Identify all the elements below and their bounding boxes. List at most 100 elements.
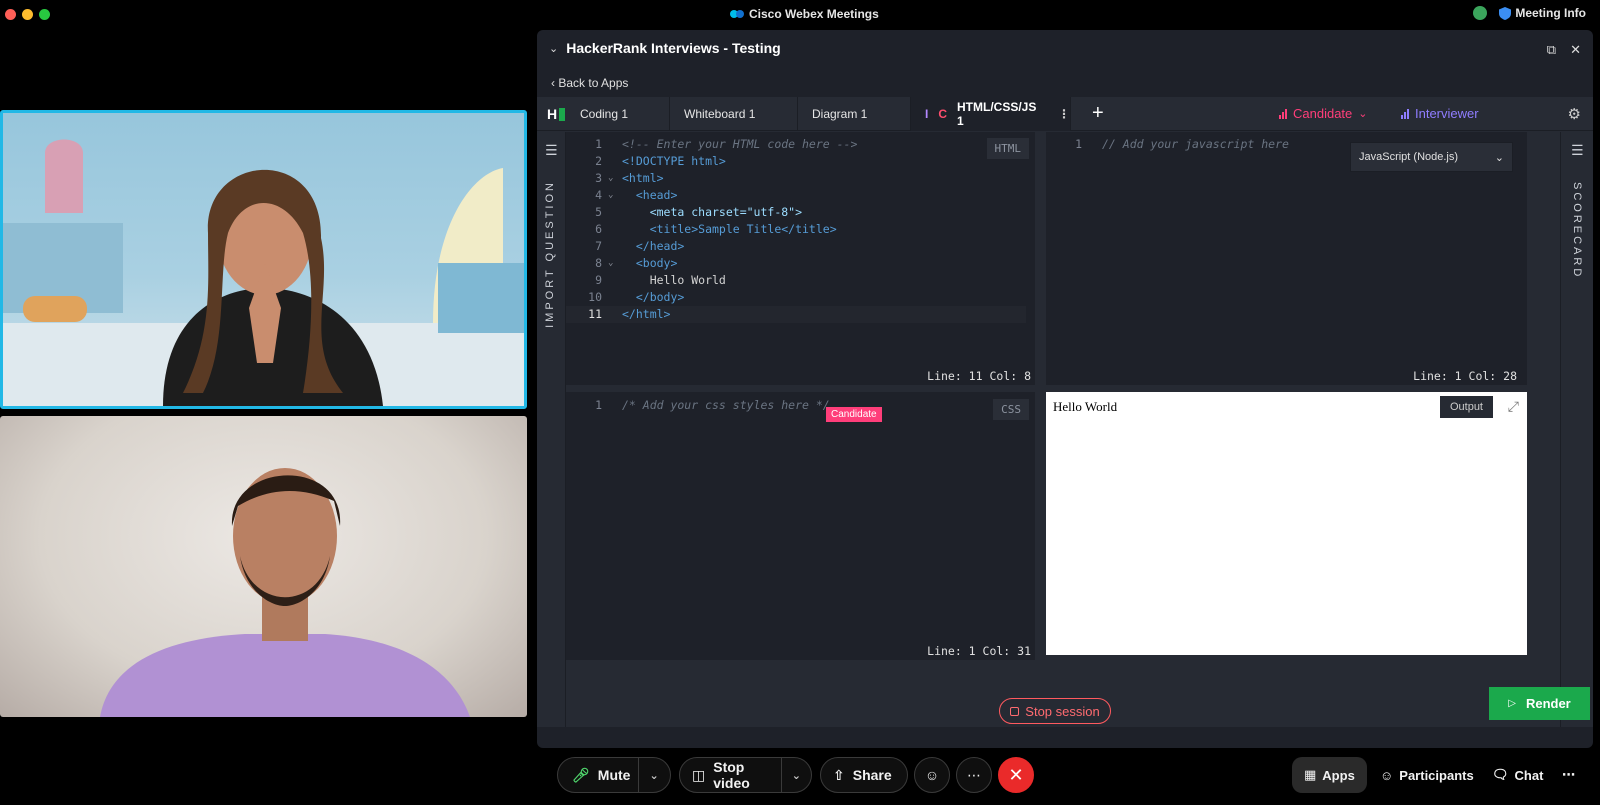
presence-interviewer-marker: I	[925, 107, 929, 121]
code-text: <body>	[622, 256, 678, 270]
meeting-info-button[interactable]: Meeting Info	[1499, 6, 1586, 20]
pop-out-icon[interactable]: ⧉	[1547, 42, 1556, 58]
share-icon: ⇧	[833, 766, 845, 783]
leave-meeting-button[interactable]: ✕	[998, 757, 1034, 793]
apps-grid-icon: ▦	[1304, 767, 1317, 782]
import-question-rail[interactable]: ☰ IMPORT QUESTION	[537, 132, 566, 727]
code-text: </head>	[622, 239, 685, 253]
apps-button[interactable]: ▦ Apps	[1292, 757, 1367, 793]
hackerrank-app: H Coding 1 Whiteboard 1 Diagram 1 I C HT…	[537, 97, 1593, 727]
connection-status-icon[interactable]	[1473, 6, 1488, 20]
scorecard-rail[interactable]: ☰ SCORECARD	[1560, 132, 1593, 727]
app-title-text: Cisco Webex Meetings	[749, 7, 879, 21]
tab-more-icon[interactable]: ⋮	[1058, 107, 1070, 121]
shield-icon	[1499, 6, 1512, 20]
stop-video-button[interactable]: ◫ Stop video ⌄	[679, 757, 812, 793]
code-text: <!DOCTYPE html>	[622, 154, 726, 168]
stop-session-button[interactable]: Stop session	[999, 698, 1111, 724]
chevron-down-icon[interactable]: ⌄	[782, 769, 811, 782]
close-panel-icon[interactable]: ✕	[1570, 42, 1581, 58]
candidate-cursor-tag: Candidate	[826, 407, 882, 422]
tab-whiteboard[interactable]: Whiteboard 1	[670, 97, 798, 131]
tab-diagram[interactable]: Diagram 1	[798, 97, 911, 131]
chevron-down-icon: ⌄	[1358, 108, 1368, 120]
tab-coding[interactable]: Coding 1	[566, 97, 670, 131]
candidate-role-toggle[interactable]: Candidate ⌄	[1279, 106, 1368, 121]
language-select-value: JavaScript (Node.js)	[1359, 151, 1459, 163]
mute-button[interactable]: 🎤︎ Mute ⌄	[557, 757, 671, 793]
render-label: Render	[1525, 696, 1571, 711]
video-tile-participant-1[interactable]	[0, 110, 527, 409]
code-text: // Add your javascript here	[1102, 137, 1289, 151]
collapse-chevron-icon[interactable]: ⌄	[549, 42, 558, 55]
chevron-down-icon: ⌄	[1494, 151, 1504, 164]
code-text: </body>	[622, 290, 685, 304]
css-cursor-status: Line: 1 Col: 31	[927, 644, 1031, 658]
more-options-icon[interactable]: ⋯	[1550, 757, 1587, 793]
fold-icon[interactable]: ⌄	[608, 187, 613, 204]
fold-icon[interactable]: ⌄	[608, 255, 613, 272]
zoom-window-button[interactable]	[39, 9, 50, 20]
css-lang-tag: CSS	[993, 399, 1029, 420]
stop-video-label: Stop video	[713, 759, 750, 791]
chevron-left-icon: ‹	[551, 76, 555, 90]
css-editor[interactable]: 1/* Add your css styles here */ Candidat…	[566, 392, 1035, 660]
back-to-apps-label: Back to Apps	[558, 76, 629, 90]
apps-label: Apps	[1322, 767, 1355, 783]
tab-html-css-js[interactable]: I C HTML/CSS/JS 1 ⋮	[911, 97, 1071, 131]
participants-button[interactable]: ☺ Participants	[1368, 757, 1486, 793]
close-window-button[interactable]	[5, 9, 16, 20]
interviewer-role-label: Interviewer	[1415, 106, 1479, 121]
js-editor[interactable]: 1// Add your javascript here JavaScript …	[1046, 132, 1527, 385]
fold-icon[interactable]: ⌄	[608, 170, 613, 187]
more-options-button[interactable]: ⋯	[956, 757, 992, 793]
tab-bar: H Coding 1 Whiteboard 1 Diagram 1 I C HT…	[537, 97, 1593, 131]
code-text: <head>	[622, 188, 678, 202]
mute-label: Mute	[597, 767, 631, 783]
chat-label: Chat	[1514, 767, 1544, 783]
add-tab-icon[interactable]: +	[1092, 102, 1104, 125]
chevron-down-icon[interactable]: ⌄	[639, 769, 668, 782]
minimize-window-button[interactable]	[22, 9, 33, 20]
panel-title: HackerRank Interviews - Testing	[566, 40, 781, 56]
html-lang-tag: HTML	[986, 138, 1029, 159]
menu-icon[interactable]: ☰	[545, 142, 558, 159]
code-text: Hello World	[622, 273, 726, 287]
language-select[interactable]: JavaScript (Node.js) ⌄	[1350, 142, 1513, 172]
render-button[interactable]: ▷ Render	[1489, 687, 1590, 720]
chat-button[interactable]: 🗨︎ Chat	[1480, 757, 1555, 793]
code-text: <meta charset="utf-8">	[622, 205, 803, 219]
window-titlebar: Cisco Webex Meetings Meeting Info	[0, 0, 1600, 28]
stop-session-label: Stop session	[1025, 703, 1100, 719]
code-text: </html>	[622, 307, 671, 321]
presence-candidate-marker: C	[938, 107, 948, 121]
microphone-icon: 🎤︎	[572, 766, 590, 783]
reactions-button[interactable]: ☺	[914, 757, 950, 793]
close-icon: ✕	[1008, 764, 1024, 785]
html-cursor-status: Line: 11 Col: 8	[927, 369, 1031, 383]
participant-2-video	[100, 468, 470, 717]
code-line-active: 11 </html>	[566, 306, 1026, 323]
code-text: <html>	[622, 171, 664, 185]
bar-chart-icon	[1401, 108, 1409, 119]
hackerrank-logo: H	[547, 106, 566, 122]
output-label: Output	[1439, 396, 1493, 418]
share-button[interactable]: ⇧ Share	[820, 757, 908, 793]
menu-icon[interactable]: ☰	[1571, 142, 1584, 159]
interviewer-role-toggle[interactable]: Interviewer	[1401, 106, 1479, 121]
gear-icon[interactable]: ⚙	[1568, 105, 1581, 123]
participants-label: Participants	[1399, 767, 1474, 783]
output-text: Hello World	[1053, 399, 1118, 414]
video-tile-participant-2[interactable]	[0, 416, 527, 717]
participant-1-video	[3, 139, 524, 406]
back-to-apps-link[interactable]: ‹ Back to Apps	[551, 76, 628, 90]
play-icon: ▷	[1508, 698, 1516, 709]
chat-bubble-icon: 🗨︎	[1492, 767, 1509, 782]
share-label: Share	[852, 767, 892, 783]
app-title: Cisco Webex Meetings	[730, 7, 879, 21]
html-editor[interactable]: 1 <!-- Enter your HTML code here --> 2 <!D…	[566, 132, 1035, 385]
expand-icon[interactable]: ⤢	[1508, 398, 1519, 415]
tab-whiteboard-label: Whiteboard 1	[684, 107, 756, 121]
tab-diagram-label: Diagram 1	[812, 107, 868, 121]
output-preview[interactable]: Hello World Output ⤢	[1046, 392, 1527, 655]
